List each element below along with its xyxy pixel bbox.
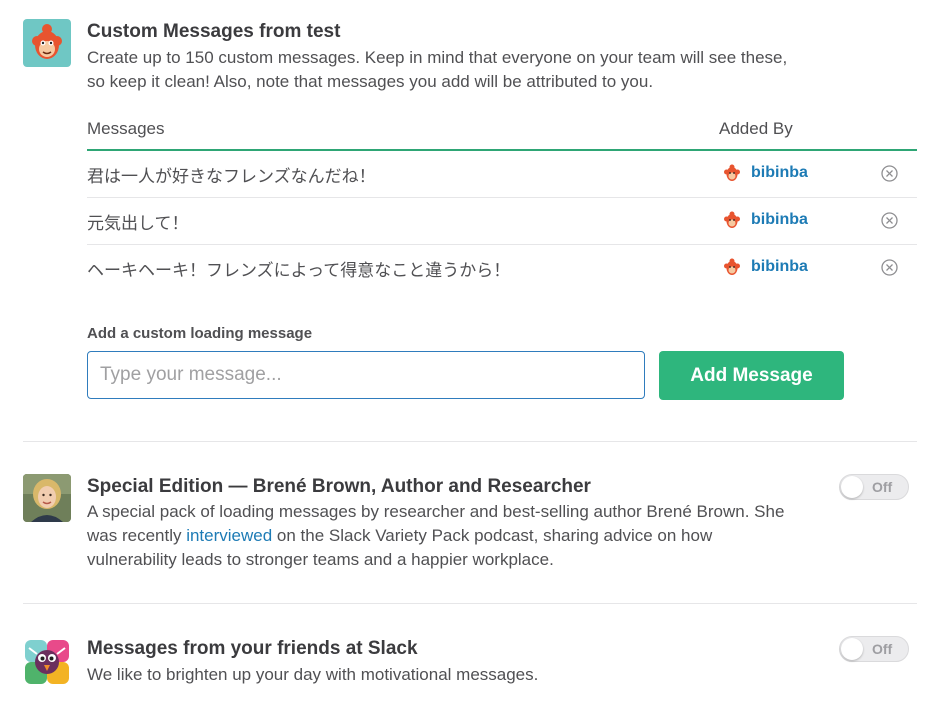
description-line: A special pack of loading messages by re… xyxy=(87,502,785,521)
custom-message-input[interactable] xyxy=(87,351,645,399)
added-by-user[interactable]: bibinba xyxy=(723,163,808,183)
remove-message-icon[interactable] xyxy=(881,212,898,229)
remove-message-icon[interactable] xyxy=(881,259,898,276)
description-line: Create up to 150 custom messages. Keep i… xyxy=(87,48,788,67)
user-name-link[interactable]: bibinba xyxy=(751,211,808,229)
user-name-link[interactable]: bibinba xyxy=(751,258,808,276)
toggle-knob xyxy=(841,476,863,498)
user-name-link[interactable]: bibinba xyxy=(751,164,808,182)
table-row: ヘーキヘーキ！フレンズによって得意なこと違うから！ bibinba xyxy=(87,245,917,291)
column-header-messages: Messages xyxy=(87,119,165,138)
custom-messages-description: Create up to 150 custom messages. Keep i… xyxy=(87,46,787,94)
monkey-mini-icon xyxy=(724,258,740,275)
added-by-user[interactable]: bibinba xyxy=(723,257,808,277)
brene-brown-section: Special Edition — Brené Brown, Author an… xyxy=(23,442,917,602)
add-message-label: Add a custom loading message xyxy=(87,325,313,342)
message-text: 君は一人が好きなフレンズなんだね！ xyxy=(87,167,376,186)
brene-brown-description: A special pack of loading messages by re… xyxy=(87,500,784,572)
interviewed-link[interactable]: interviewed xyxy=(186,526,272,545)
description-text: was recently xyxy=(87,526,187,545)
monkey-avatar-icon xyxy=(23,19,71,67)
slack-friends-section: Messages from your friends at Slack We l… xyxy=(23,604,917,719)
description-line: so keep it clean! Also, note that messag… xyxy=(87,72,654,91)
table-row: 元気出して！ bibinba xyxy=(87,198,917,245)
toggle-knob xyxy=(841,638,863,660)
custom-messages-title: Custom Messages from test xyxy=(87,21,341,42)
woman-photo-avatar xyxy=(23,474,71,522)
brene-brown-title: Special Edition — Brené Brown, Author an… xyxy=(87,476,591,497)
remove-message-icon[interactable] xyxy=(881,165,898,182)
description-line: vulnerability leads to stronger teams an… xyxy=(87,550,554,569)
toggle-label: Off xyxy=(872,479,893,495)
custom-messages-section: Custom Messages from test Create up to 1… xyxy=(23,0,917,440)
messages-table-header: Messages Added By xyxy=(87,119,917,151)
table-row: 君は一人が好きなフレンズなんだね！ bibinba xyxy=(87,151,917,198)
description-text: on the Slack Variety Pack podcast, shari… xyxy=(272,526,713,545)
message-text: ヘーキヘーキ！フレンズによって得意なこと違うから！ xyxy=(87,261,511,280)
message-text: 元気出して！ xyxy=(87,214,189,233)
slack-friends-description: We like to brighten up your day with mot… xyxy=(87,665,539,684)
add-message-button[interactable]: Add Message xyxy=(659,351,844,400)
monkey-mini-icon xyxy=(724,164,740,181)
description-line: was recently interviewed on the Slack Va… xyxy=(87,524,784,548)
brene-brown-toggle[interactable]: Off xyxy=(839,474,909,500)
column-header-added-by: Added By xyxy=(719,119,793,138)
slack-bird-icon xyxy=(23,638,71,686)
slack-friends-toggle[interactable]: Off xyxy=(839,636,909,662)
added-by-user[interactable]: bibinba xyxy=(723,210,808,230)
slack-friends-title: Messages from your friends at Slack xyxy=(87,638,418,659)
monkey-mini-icon xyxy=(724,211,740,228)
toggle-label: Off xyxy=(872,641,893,657)
